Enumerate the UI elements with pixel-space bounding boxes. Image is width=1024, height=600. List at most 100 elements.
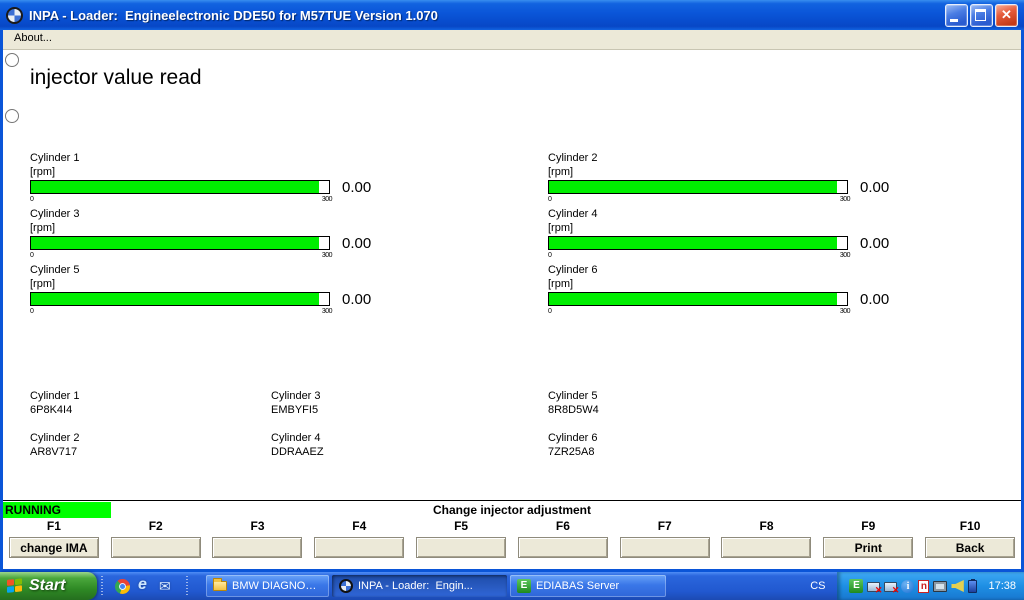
f8-button[interactable] [721,537,811,558]
scale-max: 300 [840,251,850,260]
window-title: INPA - Loader: Engineelectronic DDE50 fo… [29,8,939,23]
f3-button[interactable] [212,537,302,558]
bmw-icon [339,579,353,593]
code-label: Cylinder 4 [271,431,548,445]
code-cylinder-5: Cylinder 5 8R8D5W4 [548,389,599,417]
gauge-label: Cylinder 4 [548,207,889,221]
quick-launch-bar [107,579,182,594]
fkey-label-f3: F3 [207,519,309,535]
code-value: 8R8D5W4 [548,403,599,417]
task-label: BMW DIAGNOSTIKA [232,580,322,592]
minimize-button[interactable] [945,4,968,27]
gauge-cylinder-4: Cylinder 4 [rpm] 0.00 0 300 [548,207,889,263]
menubar: About... [3,30,1021,50]
code-label: Cylinder 5 [548,389,599,403]
scale-max: 300 [322,195,332,204]
fkey-label-f5: F5 [410,519,512,535]
fkey-label-f4: F4 [308,519,410,535]
windows-logo-icon [7,578,24,595]
titlebar[interactable]: INPA - Loader: Engineelectronic DDE50 fo… [0,0,1024,30]
fkey-label-row: F1 F2 F3 F4 F5 F6 F7 F8 F9 F10 [3,519,1021,535]
info-icon[interactable] [901,580,914,593]
close-button[interactable] [995,4,1018,27]
code-value: AR8V717 [30,445,271,459]
gauge-bar [548,180,848,194]
f9-print-button[interactable]: Print [823,537,913,558]
scale-max: 300 [840,195,850,204]
f10-back-button[interactable]: Back [925,537,1015,558]
status-indicator-circle-icon [5,109,19,123]
f1-change-ima-button[interactable]: change IMA [9,537,99,558]
fkey-label-f8: F8 [716,519,818,535]
gauge-scale: 0 300 [548,195,850,204]
volume-icon[interactable] [951,580,964,592]
network-offline-2-icon[interactable] [884,582,897,592]
folder-icon [213,581,227,591]
gauge-bar [30,292,330,306]
code-value: 6P8K4I4 [30,403,271,417]
battery-icon[interactable] [968,580,977,593]
code-value: EMBYFI5 [271,403,548,417]
display-icon[interactable] [933,581,947,592]
page-title: injector value read [30,66,202,90]
maximize-button[interactable] [970,4,993,27]
gauge-value: 0.00 [860,179,889,196]
window-body: About... injector value read Cylinder 1 … [3,30,1021,569]
gauge-bar-fill [549,181,837,193]
ediabas-tray-icon[interactable] [849,579,863,593]
language-indicator[interactable]: CS [798,580,837,592]
gauge-value: 0.00 [342,291,371,308]
task-bmw-diagnostika[interactable]: BMW DIAGNOSTIKA [206,575,329,597]
function-key-panel: RUNNING Change injector adjustment F1 F2… [3,500,1021,569]
gauge-label: Cylinder 2 [548,151,889,165]
f2-button[interactable] [111,537,201,558]
gauge-scale: 0 300 [548,251,850,260]
injector-code-grid: Cylinder 1 6P8K4I4 Cylinder 3 EMBYFI5 Cy… [30,389,599,459]
gauge-unit: [rpm] [548,221,889,235]
code-label: Cylinder 1 [30,389,271,403]
task-inpa-loader[interactable]: INPA - Loader: Engin... [332,575,507,597]
toolbar-handle[interactable] [99,576,105,596]
task-ediabas-server[interactable]: EDIABAS Server [510,575,666,597]
gauge-bar-fill [549,293,837,305]
scale-max: 300 [840,307,850,316]
fkey-button-row: change IMA Print Back [3,537,1021,558]
gauge-bar-fill [31,293,319,305]
f5-button[interactable] [416,537,506,558]
gauge-bar [30,180,330,194]
outlook-express-icon[interactable] [159,579,174,594]
start-label: Start [29,577,65,595]
gauge-unit: [rpm] [548,277,889,291]
gauge-cylinder-2: Cylinder 2 [rpm] 0.00 0 300 [548,151,889,207]
gauge-label: Cylinder 6 [548,263,889,277]
task-label: INPA - Loader: Engin... [358,580,473,592]
red-app-icon[interactable] [918,580,929,593]
bmw-logo-icon [6,7,23,24]
network-offline-icon[interactable] [867,582,880,592]
status-badge: RUNNING [3,502,111,518]
gauge-scale: 0 300 [548,307,850,316]
gauge-unit: [rpm] [30,165,548,179]
code-label: Cylinder 2 [30,431,271,445]
code-label: Cylinder 6 [548,431,599,445]
start-button[interactable]: Start [0,572,97,600]
scale-min: 0 [548,251,551,260]
gauge-scale: 0 300 [30,251,332,260]
client-area: injector value read Cylinder 1 [rpm] 0.0… [3,50,1021,569]
gauge-bar-fill [549,237,837,249]
menu-about[interactable]: About... [10,32,56,44]
chrome-icon[interactable] [115,579,130,594]
code-cylinder-3: Cylinder 3 EMBYFI5 [271,389,548,417]
gauge-bar [548,236,848,250]
taskbar: Start BMW DIAGNOSTIKA INPA - Loader: Eng… [0,572,1024,600]
code-cylinder-1: Cylinder 1 6P8K4I4 [30,389,271,417]
internet-explorer-icon[interactable] [137,579,152,594]
fkey-label-f2: F2 [105,519,207,535]
toolbar-handle[interactable] [184,576,190,596]
scale-min: 0 [548,195,551,204]
f4-button[interactable] [314,537,404,558]
f6-button[interactable] [518,537,608,558]
f7-button[interactable] [620,537,710,558]
panel-title: Change injector adjustment [3,501,1021,519]
ediabas-icon [517,579,531,593]
